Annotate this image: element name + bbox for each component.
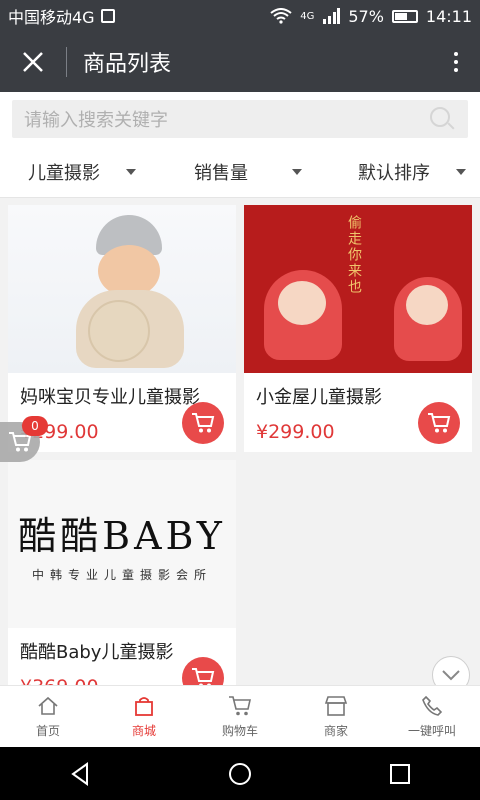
product-card[interactable]: 偷走你来也 小金屋儿童摄影 ¥299.00 [244,205,472,452]
tab-cart[interactable]: 购物车 [192,686,288,747]
product-price: ¥369.00 [20,676,99,685]
tab-call[interactable]: 一键呼叫 [384,686,480,747]
status-bar: 中国移动4G 4G 57% 14:11 [0,0,480,32]
product-grid: 妈咪宝贝专业儿童摄影 ¥299.00 偷走你来也 小金屋儿童摄影 ¥299.00 [8,205,472,685]
header-divider [66,47,67,77]
caret-down-icon [126,168,136,175]
phone-icon [420,694,444,718]
title-bar: 商品列表 [0,32,480,92]
filter-sort[interactable]: 默认排序 [316,146,480,197]
cart-icon [428,413,451,433]
system-nav-bar [0,747,480,800]
signal-icon [323,8,341,24]
tab-home[interactable]: 首页 [0,686,96,747]
tab-label: 一键呼叫 [407,724,456,738]
battery-percent: 57% [348,6,384,26]
tab-merchant[interactable]: 商家 [288,686,384,747]
filter-bar: 儿童摄影 销售量 默认排序 [0,146,480,198]
battery-icon [391,9,418,23]
shopping-bag-icon [132,694,156,718]
clock: 14:11 [425,6,472,26]
cart-icon [228,694,252,718]
recent-apps-icon[interactable] [387,761,413,787]
store-icon [324,694,348,718]
cart-icon [192,668,215,685]
search-placeholder: 请输入搜索关键字 [24,110,168,131]
search-icon[interactable] [428,105,456,133]
search-bar: 请输入搜索关键字 [0,92,480,146]
home-icon [36,694,60,718]
brand-logo-text: 酷酷BABY [18,514,226,558]
filter-sales[interactable]: 销售量 [150,146,316,197]
product-price: ¥299.00 [256,421,335,443]
brand-logo-subtitle: 中韩专业儿童摄影会所 [31,568,212,582]
product-image: 偷走你来也 [244,205,472,373]
close-icon [23,52,43,72]
close-button[interactable] [0,32,66,92]
cart-icon [192,413,215,433]
dot-icon [454,60,458,64]
caret-down-icon [292,168,302,175]
product-name: 小金屋儿童摄影 [256,387,382,408]
more-menu-button[interactable] [432,32,480,92]
product-card[interactable]: 妈咪宝贝专业儿童摄影 ¥299.00 [8,205,236,452]
bottom-tab-bar: 首页 商城 购物车 商家 一键呼叫 [0,685,480,747]
search-input[interactable]: 请输入搜索关键字 [12,100,468,138]
home-circle-icon[interactable] [227,761,253,787]
product-name: 妈咪宝贝专业儿童摄影 [20,387,200,408]
product-image [8,205,236,373]
caret-down-icon [456,168,466,175]
wifi-icon [270,8,292,24]
tab-label: 商家 [323,724,348,738]
sim-icon [100,9,115,23]
add-to-cart-button[interactable] [182,657,224,685]
network-type: 4G [300,10,315,22]
tab-label: 购物车 [221,724,258,738]
tab-label: 商城 [131,724,156,738]
product-card[interactable]: 酷酷BABY 中韩专业儿童摄影会所 酷酷Baby儿童摄影 ¥369.00 [8,460,236,685]
back-icon[interactable] [67,761,93,787]
dot-icon [454,52,458,56]
image-caption: 偷走你来也 [346,215,362,295]
page-title: 商品列表 [83,52,172,77]
tab-label: 首页 [35,724,60,738]
chevron-down-icon [442,670,460,681]
cart-count-badge: 0 [22,416,48,436]
product-name: 酷酷Baby儿童摄影 [20,642,174,663]
filter-category[interactable]: 儿童摄影 [0,146,150,197]
filter-label: 销售量 [194,162,248,184]
filter-label: 默认排序 [358,162,430,184]
product-image: 酷酷BABY 中韩专业儿童摄影会所 [8,460,236,628]
carrier-label: 中国移动4G [8,8,95,27]
add-to-cart-button[interactable] [182,402,224,444]
tab-mall[interactable]: 商城 [96,686,192,747]
add-to-cart-button[interactable] [418,402,460,444]
filter-label: 儿童摄影 [28,162,100,184]
dot-icon [454,68,458,72]
